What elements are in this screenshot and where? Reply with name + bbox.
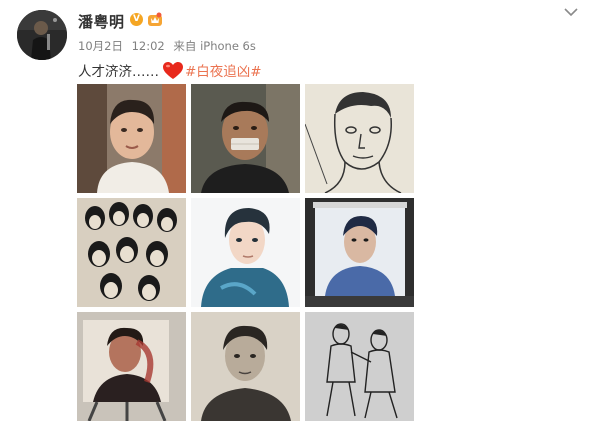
avatar-image [17,10,67,60]
vip-crown-icon [148,12,162,26]
gallery-image-9[interactable] [305,312,414,421]
post-text: 人才济济…… [78,64,159,80]
gallery-image-2[interactable] [191,84,300,193]
image-gallery [77,84,414,421]
avatar[interactable] [17,10,67,60]
gallery-image-4[interactable] [77,198,186,307]
post-meta: 10月2日 12:02 来自 iPhone 6s [78,38,261,54]
hashtag-link[interactable]: #白夜追凶# [185,60,262,80]
post-content: 人才济济…… #白夜追凶# [78,60,262,80]
gallery-image-8[interactable] [191,312,300,421]
chevron-down-icon[interactable] [563,6,579,18]
source-prefix: 来自 [173,39,197,53]
heart-emoji-icon [163,61,183,79]
gallery-image-6[interactable] [305,198,414,307]
post-source[interactable]: iPhone 6s [200,39,256,53]
verified-v-icon: V [130,13,143,26]
gallery-image-3[interactable] [305,84,414,193]
post-time[interactable]: 12:02 [132,39,165,53]
gallery-image-7[interactable] [77,312,186,421]
gallery-image-1[interactable] [77,84,186,193]
gallery-image-5[interactable] [191,198,300,307]
username[interactable]: 潘粤明 [78,11,125,32]
post-date[interactable]: 10月2日 [78,39,123,53]
